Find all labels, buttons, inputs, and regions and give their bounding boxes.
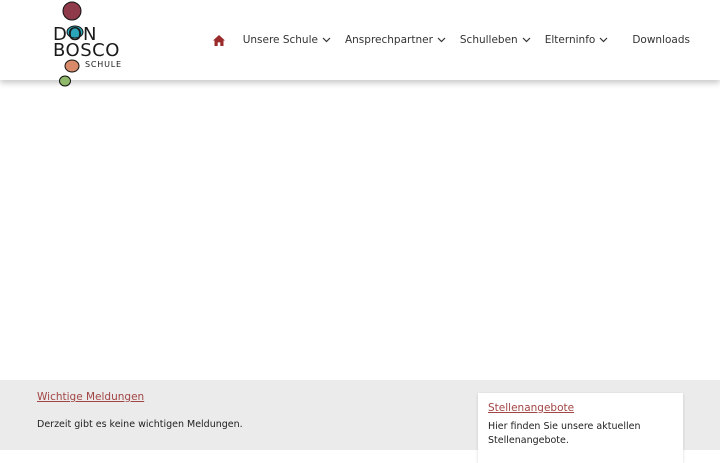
jobs-text: Hier finden Sie unsere aktuellen Stellen… xyxy=(488,421,641,446)
chevron-down-icon xyxy=(522,37,531,43)
nav-item-label: Elterninfo xyxy=(544,34,596,46)
nav-item-schulleben[interactable]: Schulleben xyxy=(460,34,531,46)
nav-item-label: Schulleben xyxy=(459,34,518,46)
nav-item-downloads[interactable]: Downloads xyxy=(632,34,690,46)
logo-pebble-green xyxy=(59,75,71,87)
nav-item-label: Ansprechpartner xyxy=(344,34,433,46)
logo-pebble-top xyxy=(62,1,82,21)
chevron-down-icon xyxy=(437,37,446,43)
home-icon[interactable] xyxy=(212,33,227,47)
logo-text-line2: BOSCO xyxy=(53,40,120,61)
logo-text-line3: SCHULE xyxy=(85,60,122,69)
main-nav: Unsere Schule Ansprechpartner Schulleben… xyxy=(212,33,690,47)
chevron-down-icon xyxy=(599,37,608,43)
hero-area xyxy=(0,80,720,380)
nav-item-ansprechpartner[interactable]: Ansprechpartner xyxy=(345,34,446,46)
chevron-down-icon xyxy=(322,37,331,43)
nav-item-elterninfo[interactable]: Elterninfo xyxy=(545,34,609,46)
logo-pebble-peach xyxy=(64,59,80,73)
nav-item-label: Downloads xyxy=(632,34,690,46)
notices-text: Derzeit gibt es keine wichtigen Meldunge… xyxy=(37,419,243,430)
school-logo[interactable]: DON BOSCO SCHULE xyxy=(50,0,134,90)
notices-title-link[interactable]: Wichtige Meldungen xyxy=(37,391,144,403)
nav-item-label: Unsere Schule xyxy=(242,34,318,46)
nav-item-unsere-schule[interactable]: Unsere Schule xyxy=(243,34,331,46)
jobs-title-link[interactable]: Stellenangebote xyxy=(488,402,574,414)
jobs-card: Stellenangebote Hier finden Sie unsere a… xyxy=(478,393,683,463)
